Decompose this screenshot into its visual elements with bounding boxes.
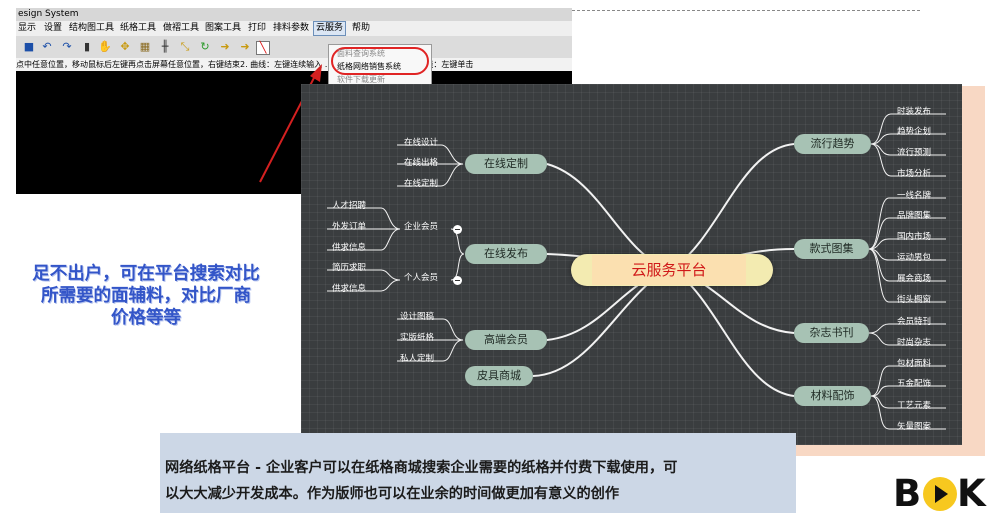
- node-fashion-trends[interactable]: 流行趋势: [794, 134, 871, 154]
- toolbar: ■ ↶ ↷ ▮ ✋ ✥ ▦ ╫ ⤡ ↻ ➜ ➜ ╲: [16, 36, 572, 58]
- scale-icon[interactable]: ⤡: [178, 40, 192, 54]
- dropdown-fabric-query[interactable]: 面料查询系统: [337, 48, 385, 59]
- node-magazines[interactable]: 杂志书刊: [794, 323, 869, 343]
- logo-letter-k: K: [957, 472, 986, 515]
- top-divider: [572, 10, 920, 11]
- description-line-1: 网络纸格平台 - 企业客户可以在纸格商城搜索企业需要的纸格并付费下载使用，可: [165, 460, 678, 476]
- node-premium-member[interactable]: 高端会员: [465, 330, 547, 350]
- line-tool-icon[interactable]: ╲: [256, 41, 270, 55]
- leaf-craft-elements[interactable]: 工艺元素: [897, 401, 931, 412]
- undo-icon[interactable]: ↶: [40, 40, 54, 54]
- menu-cloud-service[interactable]: 云服务: [313, 21, 347, 36]
- leaf-trend-forecast[interactable]: 流行预测: [897, 148, 931, 159]
- cloud-service-dropdown: 面料查询系统 纸格网络销售系统 软件下载更新: [328, 44, 432, 86]
- description-text: 网络纸格平台 - 企业客户可以在纸格商城搜索企业需要的纸格并付费下载使用，可 以…: [165, 455, 791, 507]
- node-online-publish[interactable]: 在线发布: [465, 244, 547, 264]
- leaf-trend-planning[interactable]: 趋势企划: [897, 127, 931, 138]
- leaf-design-drafts[interactable]: 设计图稿: [400, 312, 434, 323]
- delete-icon[interactable]: ▮: [80, 40, 94, 54]
- leaf-recruitment[interactable]: 人才招聘: [332, 201, 366, 212]
- menu-pleat-tools[interactable]: 做褶工具: [163, 21, 199, 36]
- leaf-online-design[interactable]: 在线设计: [404, 138, 438, 149]
- leaf-domestic-market[interactable]: 国内市场: [897, 232, 931, 243]
- leaf-personal-supply-demand[interactable]: 供求信息: [332, 284, 366, 295]
- sub-personal-member[interactable]: 个人会员: [404, 273, 438, 284]
- collapse-enterprise-icon[interactable]: [453, 225, 462, 234]
- leaf-expo-mall[interactable]: 展会商场: [897, 274, 931, 285]
- menu-structure-tools[interactable]: 结构图工具: [69, 21, 114, 36]
- leaf-street-windows[interactable]: 街头橱窗: [897, 295, 931, 306]
- leaf-outsourced-orders[interactable]: 外发订单: [332, 222, 366, 233]
- leaf-resume[interactable]: 简历求职: [332, 263, 366, 274]
- hand-icon[interactable]: ✋: [98, 40, 112, 54]
- node-online-custom[interactable]: 在线定制: [465, 154, 547, 174]
- leaf-vector-patterns[interactable]: 矢量图案: [897, 422, 931, 433]
- menu-motif-tools[interactable]: 图案工具: [205, 21, 241, 36]
- redo-icon[interactable]: ↷: [60, 40, 74, 54]
- mindmap-panel: 云服务平台 在线定制 在线发布 高端会员 皮具商城 流行趋势 款式图集 杂志书刊…: [301, 84, 962, 445]
- caption-line-2: 所需要的面辅料，对比厂商: [41, 286, 251, 306]
- app-title-bar: esign System: [16, 8, 572, 21]
- dropdown-pattern-sales[interactable]: 纸格网络销售系统: [337, 61, 401, 72]
- menu-marker-params[interactable]: 排料参数: [273, 21, 309, 36]
- leaf-member-special[interactable]: 会员特刊: [897, 317, 931, 328]
- leaf-brand-gallery[interactable]: 品牌图集: [897, 211, 931, 222]
- menu-print[interactable]: 打印: [248, 21, 266, 36]
- center-node[interactable]: 云服务平台: [592, 255, 746, 285]
- leaf-supply-demand[interactable]: 供求信息: [332, 243, 366, 254]
- leaf-bag-fabrics[interactable]: 包材面料: [897, 359, 931, 370]
- sub-enterprise-member[interactable]: 企业会员: [404, 222, 438, 233]
- description-box: 网络纸格平台 - 企业客户可以在纸格商城搜索企业需要的纸格并付费下载使用，可 以…: [160, 433, 796, 513]
- leaf-real-patterns[interactable]: 实版纸格: [400, 333, 434, 344]
- move-icon[interactable]: ✥: [118, 40, 132, 54]
- measure-icon[interactable]: ╫: [158, 40, 172, 54]
- node-leather-mall[interactable]: 皮具商城: [465, 366, 533, 386]
- save-icon[interactable]: ■: [22, 40, 36, 54]
- menu-pattern-tools[interactable]: 纸格工具: [120, 21, 156, 36]
- node-materials[interactable]: 材料配饰: [794, 386, 871, 406]
- leaf-market-analysis[interactable]: 市场分析: [897, 169, 931, 180]
- leaf-hardware[interactable]: 五金配饰: [897, 379, 931, 390]
- node-style-gallery[interactable]: 款式图集: [794, 239, 869, 259]
- arrow-right-icon[interactable]: ➜: [218, 40, 232, 54]
- leaf-online-order[interactable]: 在线定制: [404, 179, 438, 190]
- menu-settings[interactable]: 设置: [44, 21, 62, 36]
- leaf-online-output[interactable]: 在线出格: [404, 158, 438, 169]
- caption-line-1: 足不出户，可在平台搜索对比: [32, 264, 260, 284]
- grid-icon[interactable]: ▦: [138, 40, 152, 54]
- leaf-top-brands[interactable]: 一线名牌: [897, 191, 931, 202]
- menu-bar: 显示 设置 结构图工具 纸格工具 做褶工具 图案工具 打印 排料参数 云服务 帮…: [16, 21, 572, 36]
- caption-line-3: 价格等等: [111, 308, 181, 328]
- leaf-sport-mens-bags[interactable]: 运动男包: [897, 253, 931, 264]
- arrow-left-icon[interactable]: ➜: [238, 40, 252, 54]
- description-line-2: 以大大减少开发成本。作为版师也可以在业余的时间做更加有意义的创作: [165, 486, 620, 502]
- leaf-fashion-magazine[interactable]: 时尚杂志: [897, 338, 931, 349]
- menu-display[interactable]: 显示: [18, 21, 36, 36]
- menu-help[interactable]: 帮助: [352, 21, 370, 36]
- logo-letter-b: B: [893, 472, 922, 515]
- leaf-private-custom[interactable]: 私人定制: [400, 354, 434, 365]
- play-icon: [923, 477, 957, 511]
- app-title: esign System: [18, 9, 79, 19]
- feature-caption: 足不出户，可在平台搜索对比 所需要的面辅料，对比厂商 价格等等: [4, 263, 288, 329]
- leaf-fashion-release[interactable]: 时装发布: [897, 107, 931, 118]
- collapse-personal-icon[interactable]: [453, 276, 462, 285]
- refresh-icon[interactable]: ↻: [198, 40, 212, 54]
